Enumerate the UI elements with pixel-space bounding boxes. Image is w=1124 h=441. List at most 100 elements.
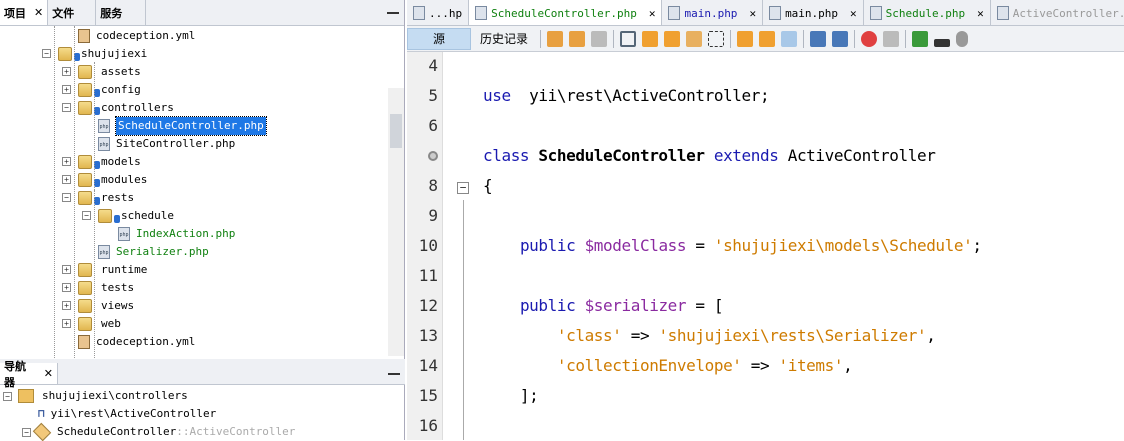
source-button[interactable]: 源 [407,27,471,50]
tree-item[interactable]: php IndexAction.php [118,225,235,243]
nav-use[interactable]: ⊓ yii\rest\ActiveController [38,405,216,423]
tree-item[interactable]: − controllers [62,99,174,117]
close-icon[interactable]: ✕ [44,367,53,380]
find-previous-icon[interactable] [642,30,658,47]
collapse-icon[interactable]: − [62,103,71,112]
code-token: yii\rest\ActiveController; [510,86,770,105]
stop-macro-icon[interactable] [883,30,899,47]
tree-guide-line [54,26,55,360]
shift-right-icon[interactable] [832,30,848,47]
code-token: ]; [483,386,539,405]
nav-namespace[interactable]: − shujujiexi\controllers [3,387,188,405]
editor-tab[interactable]: ScheduleController.php ✕ [469,0,663,25]
expand-icon[interactable]: + [62,301,71,310]
shift-left-icon[interactable] [810,30,826,47]
code-editor[interactable]: 4 5 6 8 9 10 11 12 13 14 15 16 use yii\rest\ActiveC… [407,52,1124,440]
tree-item-label: config [101,83,141,96]
tree-item[interactable]: + models [62,153,141,171]
expand-icon[interactable]: + [62,157,71,166]
close-icon[interactable]: ✕ [977,7,984,20]
tree-item[interactable]: + web [62,315,121,333]
collapse-icon[interactable]: − [22,427,31,437]
expand-icon[interactable]: + [62,67,71,76]
tree-item[interactable]: + modules [62,171,147,189]
editor-tab[interactable]: main.php ✕ [662,0,764,25]
code-token: public [519,236,576,255]
code-token: => [621,326,659,345]
projects-tabbar: 项目 ✕ 文件 服务 [0,0,404,26]
editor-tab[interactable]: main.php ✕ [763,0,864,25]
minimize-button[interactable] [383,363,405,384]
folder-icon [78,263,92,277]
folder-icon [78,173,92,187]
line-number: 16 [418,416,438,435]
tree-item[interactable]: php Serializer.php [98,243,209,261]
tab-projects[interactable]: 项目 ✕ [0,0,49,25]
extends-label: ::ActiveController [176,425,296,438]
line-number: 8 [428,176,438,195]
prev-bookmark-icon[interactable] [737,30,753,47]
line-number: 9 [428,206,438,225]
expand-icon[interactable]: + [62,85,71,94]
close-icon[interactable]: ✕ [34,6,43,19]
forward-icon[interactable] [591,30,607,47]
collapse-icon[interactable]: − [82,211,91,220]
tab-files[interactable]: 文件 [48,0,97,25]
editor-tab[interactable]: Schedule.php ✕ [863,0,991,25]
collapse-icon[interactable]: − [3,391,12,401]
record-macro-icon[interactable] [861,30,877,47]
yml-file-icon [78,29,90,43]
tab-services[interactable]: 服务 [96,0,147,25]
rect-select-icon[interactable] [708,30,724,47]
database-icon[interactable] [956,30,968,47]
tab-navigator[interactable]: 导航器 ✕ [0,360,58,389]
editor-toolbar: 源 历史记录 [407,26,1124,52]
tree-item[interactable]: + tests [62,279,134,297]
scrollbar[interactable] [388,88,404,356]
minimize-button[interactable] [382,0,404,25]
uncomment-icon[interactable] [934,38,950,47]
code-line: use yii\rest\ActiveController; [483,86,770,105]
scrollbar-thumb[interactable] [390,114,402,148]
next-bookmark-icon[interactable] [759,30,775,47]
tree-item[interactable]: + config [62,81,141,99]
php-file-icon [668,6,681,20]
collapse-icon[interactable]: − [42,49,51,58]
expand-icon[interactable]: + [62,265,71,274]
tree-item[interactable]: − schedule [82,207,174,225]
history-button[interactable]: 历史记录 [471,30,537,47]
nav-class[interactable]: − ScheduleController::ActiveController [22,422,296,441]
line-number: 13 [418,326,438,345]
fold-guide [463,200,464,440]
tree-item[interactable]: codeception.yml [78,27,195,45]
back-icon[interactable] [569,30,585,47]
toggle-bookmark-icon[interactable] [781,30,797,47]
find-next-icon[interactable] [664,30,680,47]
collapse-icon[interactable]: − [62,193,71,202]
expand-icon[interactable]: + [62,175,71,184]
fold-icon[interactable]: − [457,182,469,194]
close-icon[interactable]: ✕ [850,7,857,20]
tree-item[interactable]: − shujujiexi [42,45,147,63]
tree-item[interactable]: + runtime [62,261,147,279]
expand-icon[interactable]: + [62,283,71,292]
tab-label: 项目 [4,6,26,20]
expand-icon[interactable]: + [62,319,71,328]
comment-icon[interactable] [912,30,928,47]
search-icon[interactable] [620,30,636,47]
tree-item[interactable]: − rests [62,189,134,207]
editor-tab[interactable]: ActiveController.php✕ [990,0,1124,25]
override-marker-icon[interactable] [428,151,438,161]
tree-item[interactable]: php ScheduleController.php [98,116,267,136]
tree-item[interactable]: + assets [62,63,141,81]
toggle-highlight-icon[interactable] [686,30,702,47]
close-icon[interactable]: ✕ [749,7,756,20]
close-icon[interactable]: ✕ [649,7,656,20]
last-edit-icon[interactable] [547,30,563,47]
tree-item[interactable]: php SiteController.php [98,135,235,153]
editor-tab[interactable]: ...hp [407,0,470,25]
tree-item[interactable]: + views [62,297,134,315]
tree-item[interactable]: codeception.yml [78,333,195,351]
